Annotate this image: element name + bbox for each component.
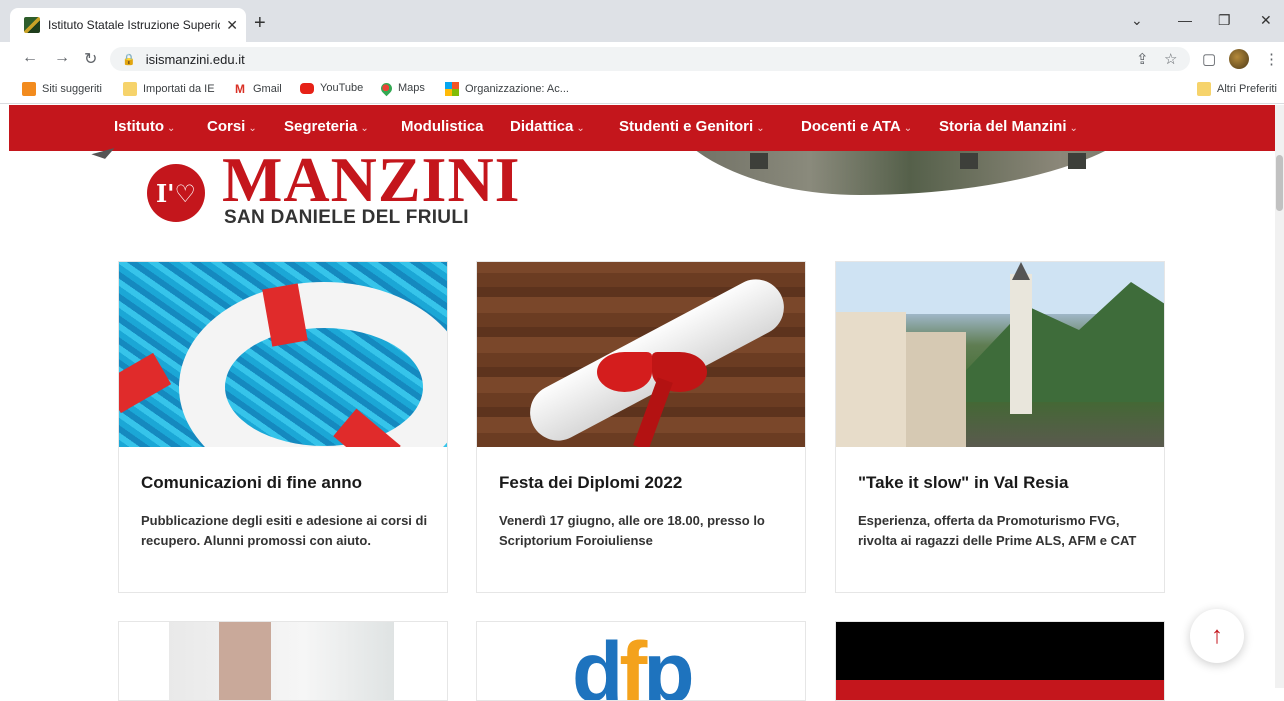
close-window-icon[interactable]: ✕ bbox=[1260, 12, 1272, 29]
logo-heart-mark[interactable]: I'♡ bbox=[147, 164, 205, 222]
bookmark-importati-da-ie[interactable]: Importati da IE bbox=[123, 82, 215, 96]
news-card[interactable] bbox=[118, 621, 448, 701]
nav-storia-del-manzini[interactable]: Storia del Manzini ⌄ bbox=[939, 118, 1078, 135]
nav-corsi[interactable]: Corsi ⌄ bbox=[207, 118, 257, 135]
bookmark-youtube[interactable]: YouTube bbox=[300, 82, 363, 94]
card-title[interactable]: "Take it slow" in Val Resia bbox=[858, 473, 1068, 493]
browser-tab[interactable]: Istituto Statale Istruzione Superio ✕ bbox=[10, 8, 246, 42]
card-image-lifebuoy[interactable] bbox=[119, 262, 447, 447]
card-description: Esperienza, offerta da Promoturismo FVG,… bbox=[858, 513, 1137, 548]
news-card[interactable]: Festa dei Diplomi 2022 Venerdì 17 giugno… bbox=[476, 261, 806, 593]
scroll-to-top-button[interactable]: ↑ bbox=[1190, 609, 1244, 663]
building-window bbox=[750, 153, 768, 169]
bookmark-organizzazione[interactable]: Organizzazione: Ac... bbox=[445, 82, 569, 96]
card-title[interactable]: Comunicazioni di fine anno bbox=[141, 473, 362, 493]
address-bar[interactable]: 🔒 isismanzini.edu.it bbox=[110, 47, 1190, 71]
chevron-down-icon: ⌄ bbox=[360, 123, 369, 134]
suggested-sites-icon bbox=[22, 82, 36, 96]
forward-icon[interactable]: → bbox=[54, 49, 70, 67]
close-tab-icon[interactable]: ✕ bbox=[226, 17, 238, 34]
restore-icon[interactable]: ❐ bbox=[1218, 12, 1231, 29]
scrollbar-thumb[interactable] bbox=[1276, 155, 1283, 211]
bookmark-maps[interactable]: Maps bbox=[378, 80, 425, 96]
logo-wordmark[interactable]: MANZINI bbox=[222, 148, 521, 212]
lifebuoy-shape bbox=[179, 282, 447, 447]
reload-icon[interactable]: ↻ bbox=[84, 49, 97, 69]
bow-left bbox=[597, 352, 652, 392]
header-photo bbox=[660, 151, 1160, 195]
bookmark-star-icon[interactable]: ☆ bbox=[1164, 50, 1177, 68]
arrow-up-icon: ↑ bbox=[1211, 622, 1223, 649]
site-main-nav: Istituto ⌄ Corsi ⌄ Segreteria ⌄ Modulistica… bbox=[9, 105, 1275, 151]
share-icon[interactable]: ⇪ bbox=[1136, 50, 1149, 68]
house-shape bbox=[836, 312, 906, 447]
house-shape bbox=[906, 332, 966, 447]
tab-title: Istituto Statale Istruzione Superio bbox=[48, 18, 221, 32]
maps-pin-icon bbox=[378, 80, 395, 96]
folder-icon bbox=[1197, 82, 1211, 96]
building-window bbox=[960, 153, 978, 169]
red-bow bbox=[597, 342, 707, 447]
back-icon[interactable]: ← bbox=[22, 49, 38, 67]
microsoft-icon bbox=[445, 82, 459, 96]
plaque-shape bbox=[219, 622, 271, 700]
news-card[interactable]: "Take it slow" in Val Resia Esperienza, … bbox=[835, 261, 1165, 593]
nav-modulistica[interactable]: Modulistica bbox=[401, 118, 484, 135]
site-favicon-icon bbox=[24, 17, 40, 33]
building-window bbox=[1068, 153, 1086, 169]
chevron-down-icon: ⌄ bbox=[1069, 123, 1078, 134]
side-panel-icon[interactable]: ▢ bbox=[1202, 50, 1216, 68]
bookmark-altri-preferiti[interactable]: Altri Preferiti bbox=[1197, 82, 1277, 96]
chevron-down-icon: ⌄ bbox=[903, 123, 913, 134]
chevron-down-icon: ⌄ bbox=[248, 123, 257, 134]
chevron-down-icon: ⌄ bbox=[167, 123, 176, 134]
profile-avatar[interactable] bbox=[1229, 49, 1249, 69]
youtube-icon bbox=[300, 82, 314, 94]
gmail-icon: M bbox=[233, 82, 247, 96]
logo-subtitle: SAN DANIELE DEL FRIULI bbox=[224, 207, 469, 228]
card-image-village[interactable] bbox=[836, 262, 1164, 447]
lock-icon[interactable]: 🔒 bbox=[122, 53, 136, 66]
card-title[interactable]: Festa dei Diplomi 2022 bbox=[499, 473, 682, 493]
folder-icon bbox=[123, 82, 137, 96]
dfp-logo[interactable]: dfp bbox=[572, 630, 695, 700]
buoy-band bbox=[119, 352, 172, 414]
news-card[interactable] bbox=[835, 621, 1165, 701]
browser-toolbar: ← → ↻ 🔒 isismanzini.edu.it ⇪ ☆ ▢ ⋮ bbox=[0, 42, 1284, 76]
card-image-banner[interactable] bbox=[836, 680, 1164, 700]
chevron-down-icon: ⌄ bbox=[576, 123, 585, 134]
bell-tower-spire bbox=[1012, 262, 1030, 280]
mountain-shape bbox=[936, 282, 1164, 402]
browser-tabstrip: Istituto Statale Istruzione Superio ✕ + … bbox=[0, 0, 1284, 42]
minimize-icon[interactable]: — bbox=[1178, 12, 1192, 28]
new-tab-icon[interactable]: + bbox=[254, 12, 266, 35]
bookmark-gmail[interactable]: M Gmail bbox=[233, 82, 282, 96]
url-text: isismanzini.edu.it bbox=[145, 51, 245, 67]
news-card[interactable]: Comunicazioni di fine anno Pubblicazione… bbox=[118, 261, 448, 593]
nav-segreteria[interactable]: Segreteria ⌄ bbox=[284, 118, 369, 135]
chevron-down-icon: ⌄ bbox=[756, 123, 765, 134]
nav-istituto[interactable]: Istituto ⌄ bbox=[114, 118, 175, 135]
news-card[interactable]: dfp bbox=[476, 621, 806, 701]
nav-docenti-e-ata[interactable]: Docenti e ATA ⌄ bbox=[801, 118, 912, 135]
card-description: Venerdì 17 giugno, alle ore 18.00, press… bbox=[499, 513, 765, 548]
nav-didattica[interactable]: Didattica ⌄ bbox=[510, 118, 585, 135]
tab-search-icon[interactable]: ⌄ bbox=[1131, 12, 1143, 29]
card-image-plaque[interactable] bbox=[169, 622, 394, 700]
menu-kebab-icon[interactable]: ⋮ bbox=[1264, 50, 1279, 68]
card-description: Pubblicazione degli esiti e adesione ai … bbox=[141, 513, 428, 548]
bell-tower bbox=[1010, 274, 1032, 414]
page-scrollbar[interactable] bbox=[1275, 105, 1284, 688]
card-image-diploma[interactable] bbox=[477, 262, 805, 447]
bookmark-siti-suggeriti[interactable]: Siti suggeriti bbox=[22, 82, 102, 96]
bookmarks-bar: Siti suggeriti Importati da IE M Gmail Y… bbox=[0, 76, 1284, 104]
nav-studenti-e-genitori[interactable]: Studenti e Genitori ⌄ bbox=[619, 118, 765, 135]
